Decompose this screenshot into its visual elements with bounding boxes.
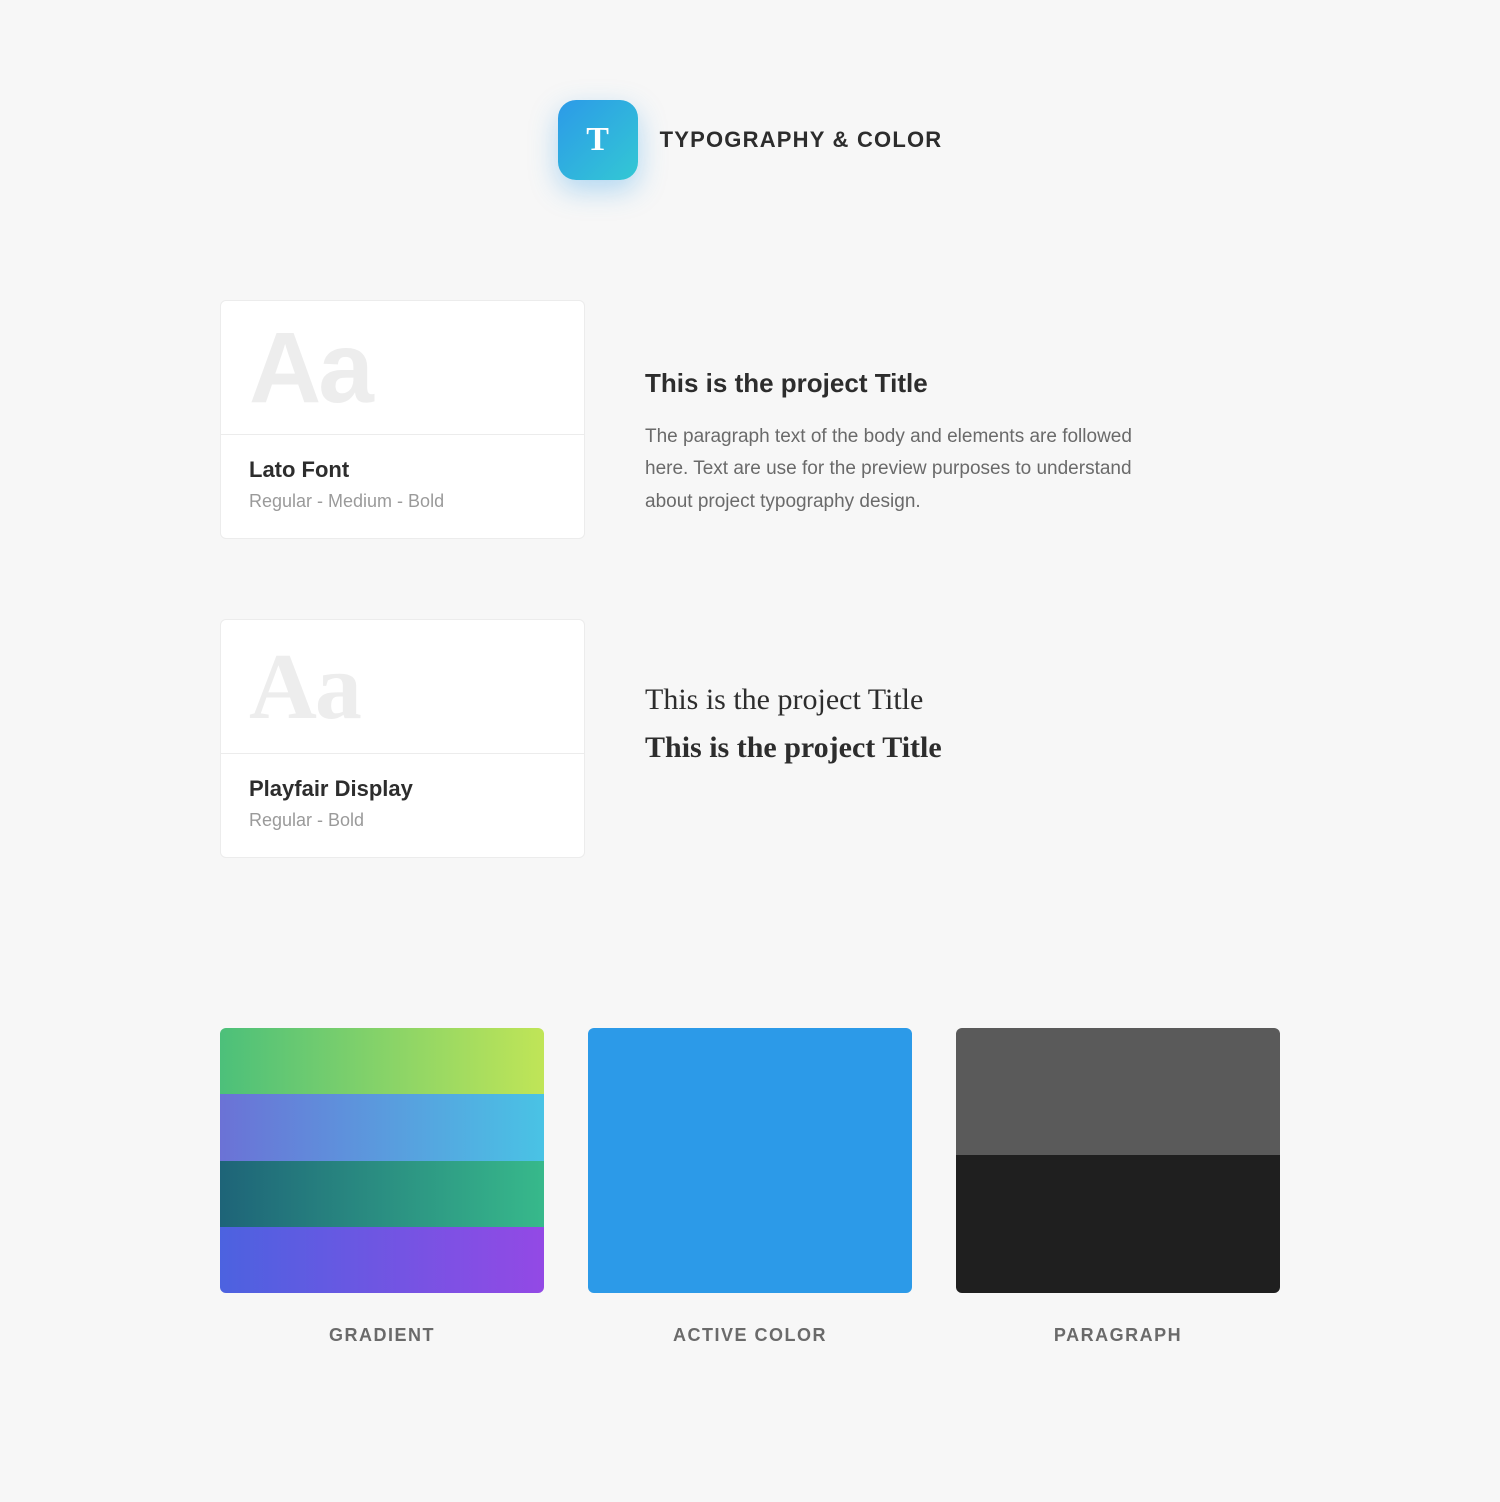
badge-icon: T xyxy=(558,100,638,180)
preview-title: This is the project Title xyxy=(645,368,1280,399)
font-card: Aa Playfair Display Regular - Bold xyxy=(220,619,585,858)
swatch-label: GRADIENT xyxy=(329,1325,435,1346)
font-weights: Regular - Bold xyxy=(249,810,556,831)
font-specimen: Aa xyxy=(221,301,584,434)
section-title: TYPOGRAPHY & COLOR xyxy=(660,127,943,153)
active-swatch xyxy=(588,1028,912,1293)
font-preview: This is the project Title The paragraph … xyxy=(645,300,1280,539)
font-name: Playfair Display xyxy=(249,776,556,802)
preview-paragraph: The paragraph text of the body and eleme… xyxy=(645,421,1165,518)
swatch-paragraph: PARAGRAPH xyxy=(956,1028,1280,1346)
paragraph-bottom-color xyxy=(956,1155,1280,1293)
font-row-playfair: Aa Playfair Display Regular - Bold This … xyxy=(220,619,1280,858)
gradient-swatch xyxy=(220,1028,544,1293)
gradient-row xyxy=(220,1227,544,1293)
swatch-label: ACTIVE COLOR xyxy=(673,1325,827,1346)
font-card: Aa Lato Font Regular - Medium - Bold xyxy=(220,300,585,539)
preview-title-regular: This is the project Title xyxy=(645,683,1280,717)
section-header: T TYPOGRAPHY & COLOR xyxy=(220,100,1280,180)
swatch-active: ACTIVE COLOR xyxy=(588,1028,912,1346)
font-meta: Lato Font Regular - Medium - Bold xyxy=(221,434,584,538)
font-meta: Playfair Display Regular - Bold xyxy=(221,753,584,857)
specimen-text: Aa xyxy=(249,318,371,418)
gradient-row xyxy=(220,1161,544,1227)
swatch-gradient: GRADIENT xyxy=(220,1028,544,1346)
badge-letter: T xyxy=(586,121,609,159)
specimen-text: Aa xyxy=(249,640,360,734)
font-name: Lato Font xyxy=(249,457,556,483)
font-preview: This is the project Title This is the pr… xyxy=(645,619,1280,858)
active-color xyxy=(588,1028,912,1293)
gradient-row xyxy=(220,1028,544,1094)
swatch-label: PARAGRAPH xyxy=(1054,1325,1182,1346)
preview-title-bold: This is the project Title xyxy=(645,731,1280,765)
paragraph-top-color xyxy=(956,1028,1280,1155)
gradient-row xyxy=(220,1094,544,1160)
font-weights: Regular - Medium - Bold xyxy=(249,491,556,512)
font-specimen: Aa xyxy=(221,620,584,753)
swatch-row: GRADIENT ACTIVE COLOR PARAGRAPH xyxy=(220,1028,1280,1346)
paragraph-swatch xyxy=(956,1028,1280,1293)
font-row-lato: Aa Lato Font Regular - Medium - Bold Thi… xyxy=(220,300,1280,539)
